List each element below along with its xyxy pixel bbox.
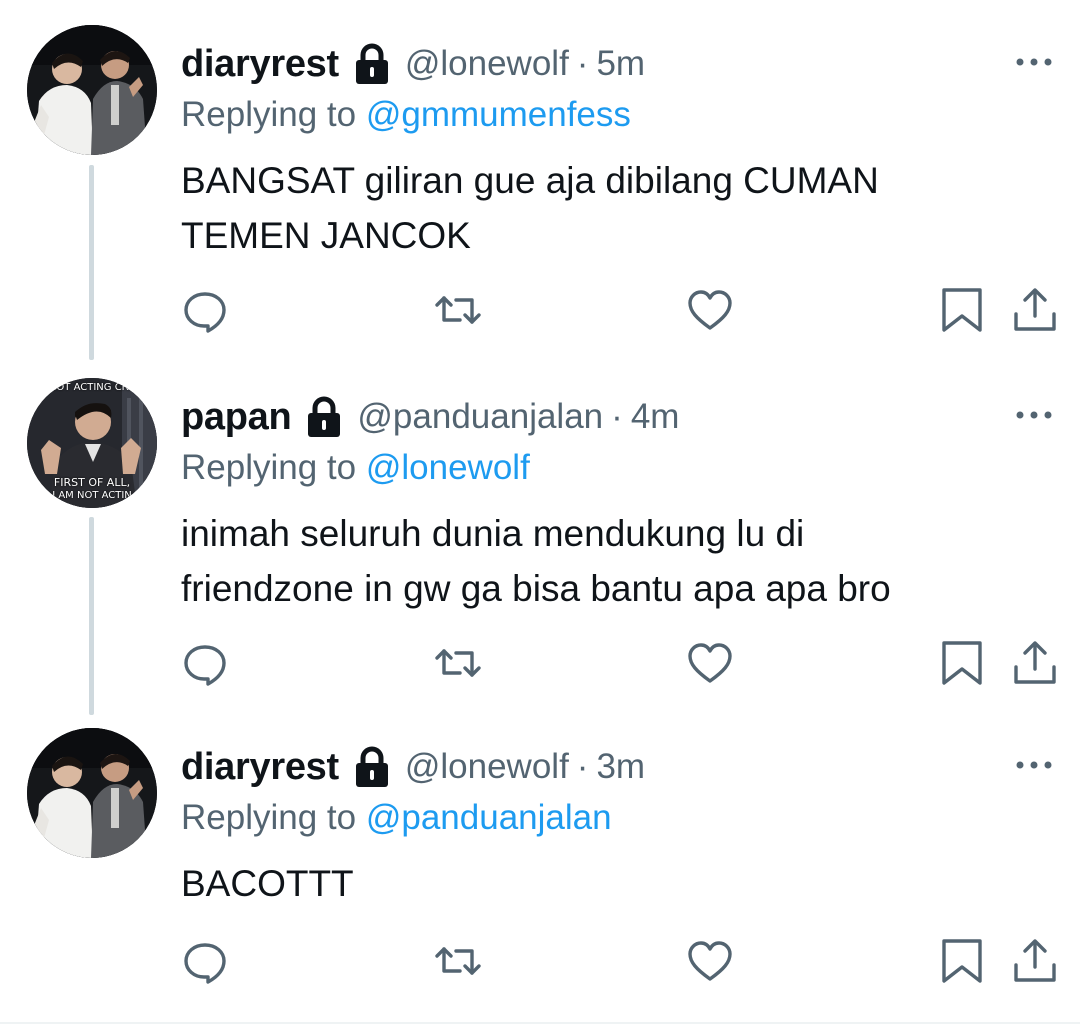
like-icon[interactable] <box>686 286 734 334</box>
tweet-text-line: BACOTTT <box>181 863 354 904</box>
more-icon[interactable] <box>1014 55 1054 69</box>
tweet-text-line: friendzone in gw ga bisa bantu apa apa b… <box>181 568 891 609</box>
tweet-text: inimah seluruh dunia mendukung lu di fri… <box>181 506 1041 616</box>
separator-dot: · <box>576 747 589 786</box>
divider <box>0 1022 1080 1024</box>
separator-dot: · <box>611 397 623 436</box>
mention-link[interactable]: @panduanjalan <box>366 798 612 837</box>
avatar[interactable] <box>27 25 157 155</box>
retweet-icon[interactable] <box>434 639 482 687</box>
tweet-text: BANGSAT giliran gue aja dibilang CUMAN T… <box>181 153 1041 263</box>
retweet-icon[interactable] <box>434 937 482 985</box>
tweet-text-line: TEMEN JANCOK <box>181 215 471 256</box>
lock-icon <box>355 746 388 787</box>
reply-icon[interactable] <box>181 286 229 334</box>
display-name[interactable]: diaryrest <box>181 746 339 789</box>
timestamp[interactable]: 4m <box>631 397 680 437</box>
display-name[interactable]: papan <box>181 396 292 439</box>
display-name[interactable]: diaryrest <box>181 43 339 86</box>
share-icon[interactable] <box>1011 286 1059 334</box>
bookmark-icon[interactable] <box>938 286 986 334</box>
like-icon[interactable] <box>686 937 734 985</box>
avatar-caption-top: NOT ACTING CRA <box>48 382 136 393</box>
tweet[interactable]: NOT ACTING CRA FIRST OF ALL, I AM NOT AC… <box>0 378 1080 718</box>
separator-dot: · <box>576 44 589 83</box>
avatar-caption-bottom: FIRST OF ALL, <box>53 476 131 489</box>
replying-to-prefix: Replying to <box>181 448 357 487</box>
more-icon[interactable] <box>1014 408 1054 422</box>
tweet[interactable]: diaryrest @lonewolf · 3m Replying to @pa… <box>0 728 1080 1018</box>
lock-icon <box>308 396 341 437</box>
replying-to: Replying to @lonewolf <box>181 448 530 488</box>
user-handle[interactable]: @lonewolf <box>405 747 569 787</box>
bookmark-icon[interactable] <box>938 937 986 985</box>
retweet-icon[interactable] <box>434 286 482 334</box>
lock-icon <box>355 43 388 84</box>
action-bar <box>0 639 1080 689</box>
user-handle[interactable]: @lonewolf <box>405 44 569 84</box>
tweet-text: BACOTTT <box>181 856 1041 911</box>
action-bar <box>0 286 1080 336</box>
avatar[interactable]: NOT ACTING CRA FIRST OF ALL, I AM NOT AC… <box>27 378 157 508</box>
reply-icon[interactable] <box>181 639 229 687</box>
timestamp[interactable]: 5m <box>596 44 645 84</box>
share-icon[interactable] <box>1011 937 1059 985</box>
share-icon[interactable] <box>1011 639 1059 687</box>
tweet-text-line: inimah seluruh dunia mendukung lu di <box>181 513 805 554</box>
replying-to: Replying to @gmmumenfess <box>181 95 631 135</box>
bookmark-icon[interactable] <box>938 639 986 687</box>
timestamp[interactable]: 3m <box>596 747 645 787</box>
reply-icon[interactable] <box>181 937 229 985</box>
tweet-text-line: BANGSAT giliran gue aja dibilang CUMAN <box>181 160 879 201</box>
mention-link[interactable]: @gmmumenfess <box>366 95 631 134</box>
action-bar <box>0 937 1080 987</box>
mention-link[interactable]: @lonewolf <box>366 448 530 487</box>
more-icon[interactable] <box>1014 758 1054 772</box>
replying-to: Replying to @panduanjalan <box>181 798 612 838</box>
tweet[interactable]: diaryrest @lonewolf · 5m Replying to @gm… <box>0 25 1080 365</box>
avatar-caption-bottom: I AM NOT ACTIN <box>52 490 132 501</box>
like-icon[interactable] <box>686 639 734 687</box>
avatar[interactable] <box>27 728 157 858</box>
user-handle[interactable]: @panduanjalan <box>357 397 603 437</box>
replying-to-prefix: Replying to <box>181 95 357 134</box>
replying-to-prefix: Replying to <box>181 798 357 837</box>
